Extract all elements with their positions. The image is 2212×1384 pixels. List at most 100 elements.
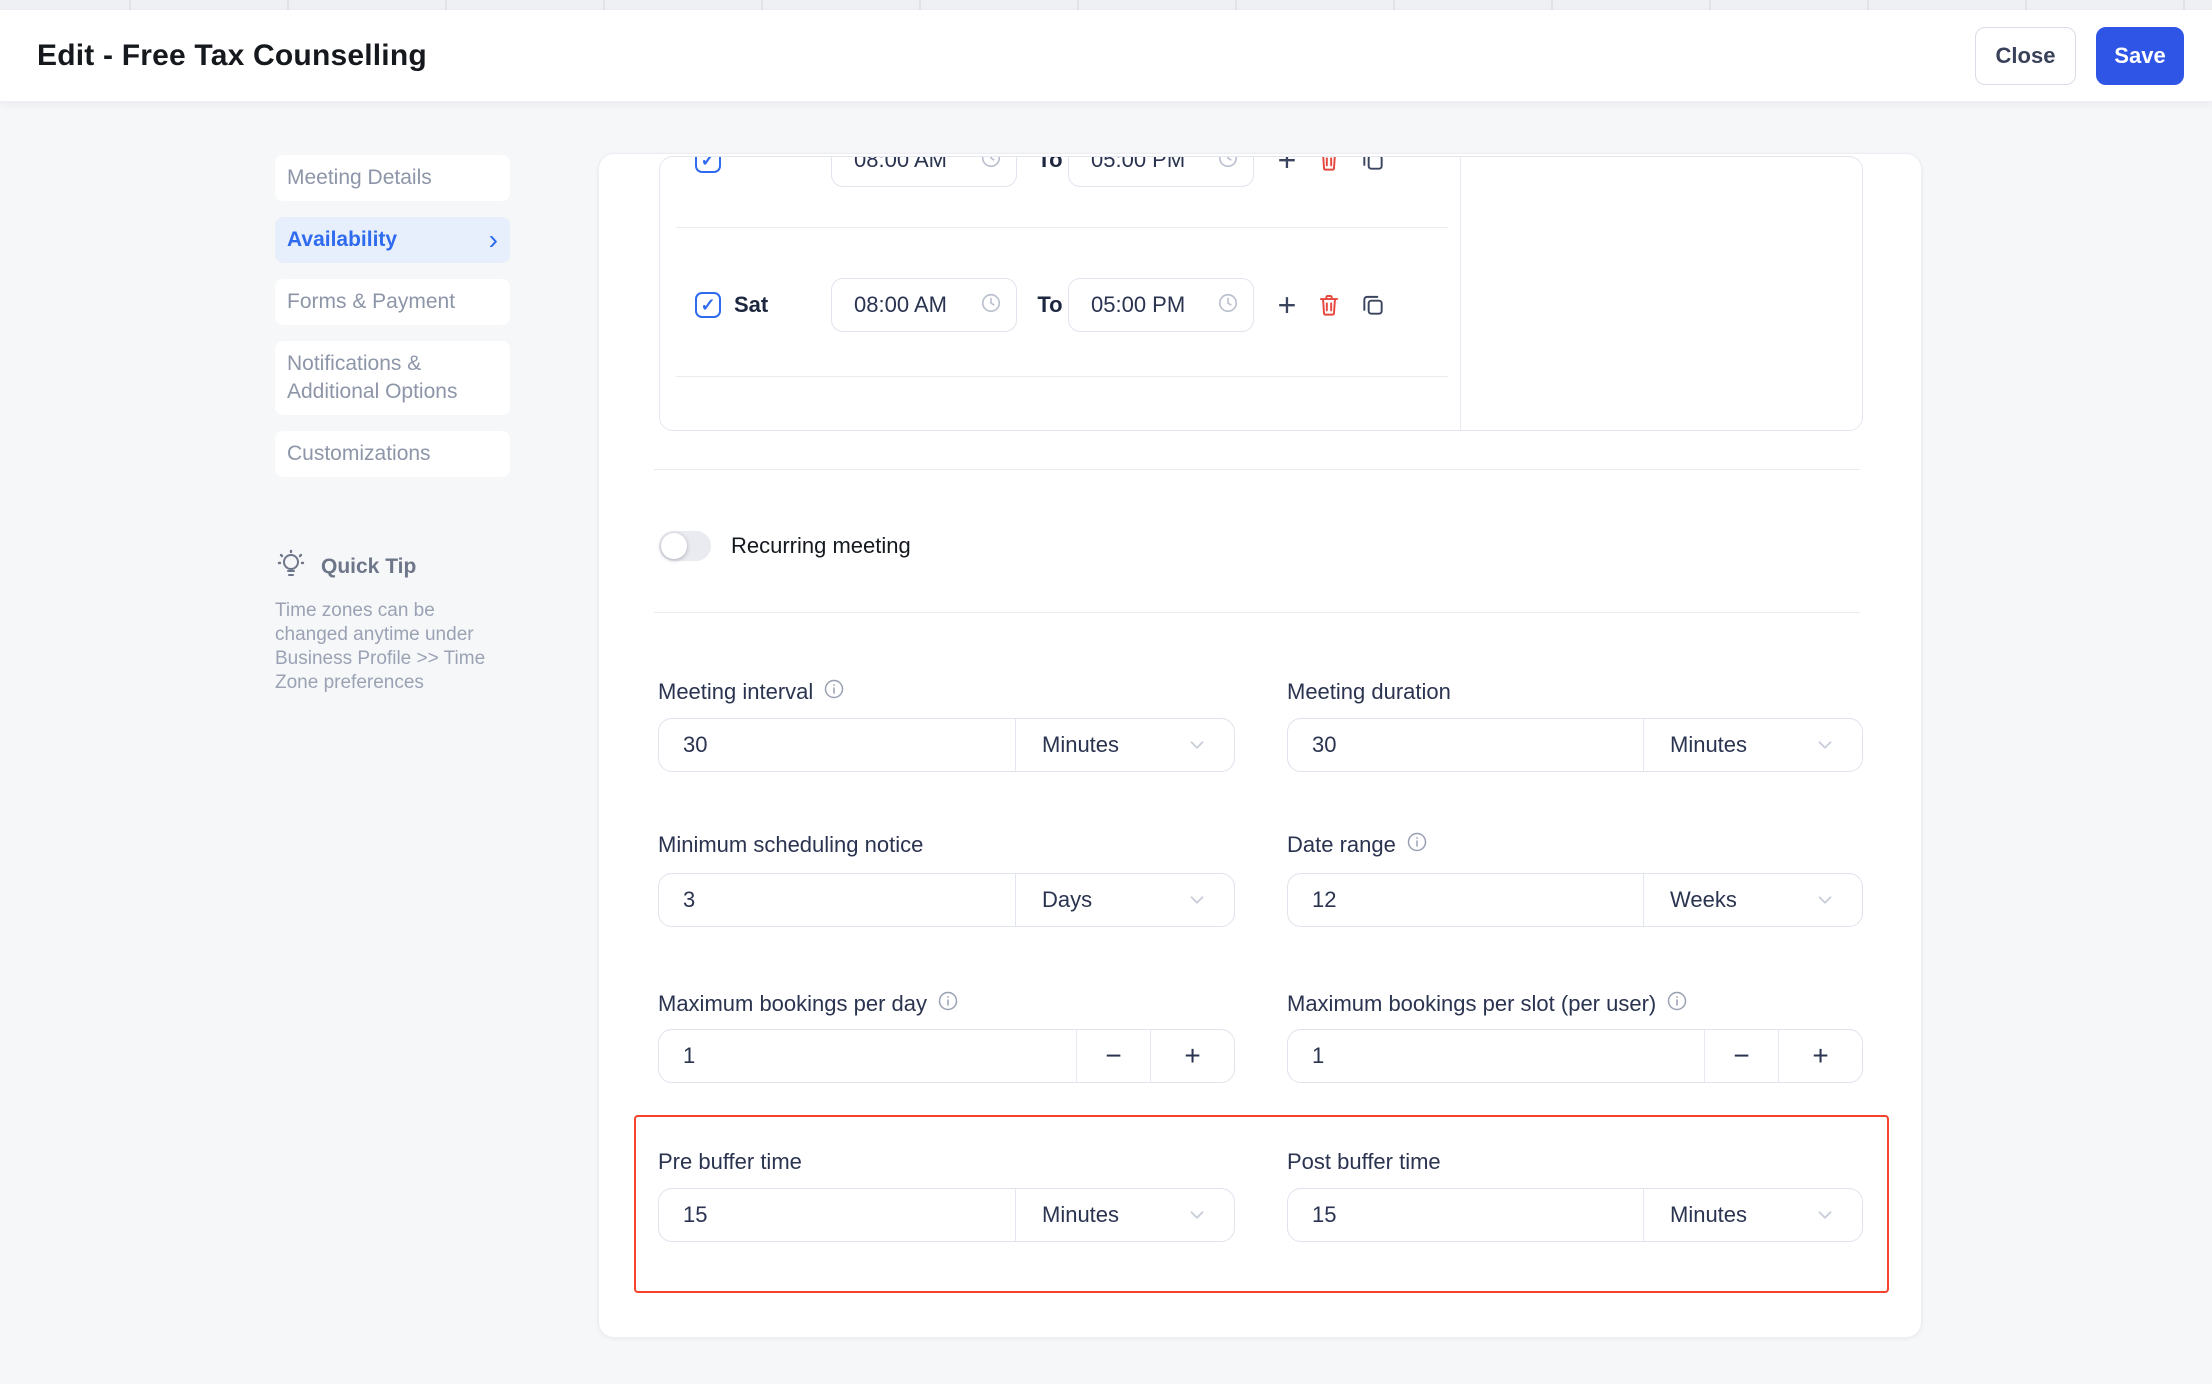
sat-end-time-input[interactable]: 05:00 PM [1068,278,1254,332]
modal-header: Edit - Free Tax Counselling Close Save [0,10,2212,102]
sat-checkbox[interactable]: ✓ [695,292,721,318]
recurring-toggle-label: Recurring meeting [731,533,911,558]
sidebar-item-label: Forms & Payment [287,290,456,313]
delete-interval-icon[interactable] [1314,292,1344,318]
pre-buffer-field: Minutes [658,1188,1235,1242]
day-label: Sat [734,292,769,317]
box-column-divider [1460,157,1461,430]
info-icon[interactable] [1406,831,1428,859]
close-button[interactable]: Close [1975,26,2076,85]
add-interval-icon[interactable]: + [1272,157,1302,179]
max-per-slot-label: Maximum bookings per slot (per user) [1287,990,1688,1018]
post-buffer-unit-select[interactable]: Minutes [1643,1189,1862,1241]
chevron-down-icon [1818,1211,1832,1219]
backdrop-calendar-grid [0,0,2212,10]
day-row-sat: ✓ Sat 08:00 AM To 05:00 PM + [660,251,1460,359]
decrement-button[interactable]: − [1076,1030,1150,1082]
chevron-down-icon [1190,896,1204,904]
meeting-interval-field: Minutes [658,718,1235,772]
meeting-duration-unit-select[interactable]: Minutes [1643,719,1862,771]
pre-buffer-label: Pre buffer time [658,1149,802,1174]
chevron-down-icon [1818,741,1832,749]
increment-button[interactable]: + [1778,1030,1862,1082]
quick-tip-body: Time zones can be changed anytime under … [275,600,486,693]
chevron-down-icon [1190,1211,1204,1219]
sidebar-item-label: Customizations [287,442,431,465]
chevron-down-icon [1190,741,1204,749]
meeting-interval-unit-select[interactable]: Minutes [1015,719,1234,771]
row-divider [676,227,1448,228]
chevron-right-icon: › [488,224,498,255]
meeting-interval-label: Meeting interval [658,678,845,706]
info-icon[interactable] [1666,990,1688,1018]
toggle-knob [661,533,687,559]
copy-interval-icon[interactable] [1358,157,1388,173]
lightbulb-icon [275,548,307,585]
sidebar-nav: Meeting Details Availability › Forms & P… [275,155,510,493]
pre-buffer-unit-select[interactable]: Minutes [1015,1189,1234,1241]
sidebar-item-meeting-details[interactable]: Meeting Details [275,155,510,201]
availability-settings-card: ✓ 08:00 AM To 05:00 PM + ✓ Sat 08:00 AM … [598,153,1922,1338]
check-icon: ✓ [700,156,716,170]
sidebar-item-forms-payment[interactable]: Forms & Payment [275,279,510,325]
end-time-input[interactable]: 05:00 PM [1068,157,1254,187]
row-divider [676,376,1448,377]
save-button[interactable]: Save [2096,26,2184,85]
info-icon[interactable] [823,678,845,706]
add-interval-icon[interactable]: + [1272,287,1302,324]
sidebar-item-availability[interactable]: Availability › [275,217,510,263]
quick-tip-header: Quick Tip [275,548,495,585]
sidebar-item-label: Availability [287,228,398,251]
max-per-day-label: Maximum bookings per day [658,990,959,1018]
sidebar-item-notifications[interactable]: Notifications & Additional Options [275,341,510,415]
day-checkbox[interactable]: ✓ [695,156,721,173]
max-per-slot-field: − + [1287,1029,1863,1083]
to-label: To [1037,292,1063,317]
max-per-slot-input[interactable] [1288,1030,1704,1082]
max-per-day-input[interactable] [659,1030,1076,1082]
date-range-field: Weeks [1287,873,1863,927]
sidebar-item-customizations[interactable]: Customizations [275,431,510,477]
check-icon: ✓ [700,295,716,315]
min-notice-field: Days [658,873,1235,927]
clock-icon [1217,157,1239,174]
to-label: To [1037,156,1063,172]
delete-interval-icon[interactable] [1314,157,1344,173]
date-range-unit-select[interactable]: Weeks [1643,874,1862,926]
date-range-input[interactable] [1288,874,1643,926]
section-divider [654,612,1860,613]
sat-start-time-input[interactable]: 08:00 AM [831,278,1017,332]
min-notice-unit-select[interactable]: Days [1015,874,1234,926]
date-range-label: Date range [1287,831,1428,859]
clock-icon [980,292,1002,319]
post-buffer-label: Post buffer time [1287,1149,1441,1174]
quick-tip: Quick Tip Time zones can be changed anyt… [275,548,495,695]
decrement-button[interactable]: − [1704,1030,1778,1082]
edit-meeting-modal: Edit - Free Tax Counselling Close Save M… [0,0,2212,1384]
header-actions: Close Save [1975,26,2184,85]
sidebar-item-label: Notifications & Additional Options [287,352,458,403]
meeting-interval-input[interactable] [659,719,1015,771]
recurring-meeting-row: Recurring meeting [659,516,911,576]
clock-icon [980,157,1002,174]
quick-tip-title: Quick Tip [321,554,417,578]
copy-interval-icon[interactable] [1358,292,1388,318]
min-notice-input[interactable] [659,874,1015,926]
section-divider [654,469,1860,470]
page-title: Edit - Free Tax Counselling [37,38,427,72]
meeting-duration-input[interactable] [1288,719,1643,771]
min-notice-label: Minimum scheduling notice [658,832,924,857]
meeting-duration-label: Meeting duration [1287,679,1451,704]
info-icon[interactable] [937,990,959,1018]
chevron-down-icon [1818,896,1832,904]
pre-buffer-input[interactable] [659,1189,1015,1241]
post-buffer-input[interactable] [1288,1189,1643,1241]
start-time-input[interactable]: 08:00 AM [831,157,1017,187]
meeting-duration-field: Minutes [1287,718,1863,772]
post-buffer-field: Minutes [1287,1188,1863,1242]
increment-button[interactable]: + [1150,1030,1234,1082]
recurring-toggle[interactable] [659,531,711,561]
weekly-hours-box: ✓ 08:00 AM To 05:00 PM + ✓ Sat 08:00 AM … [659,156,1863,431]
max-per-day-field: − + [658,1029,1235,1083]
sidebar-item-label: Meeting Details [287,166,432,189]
